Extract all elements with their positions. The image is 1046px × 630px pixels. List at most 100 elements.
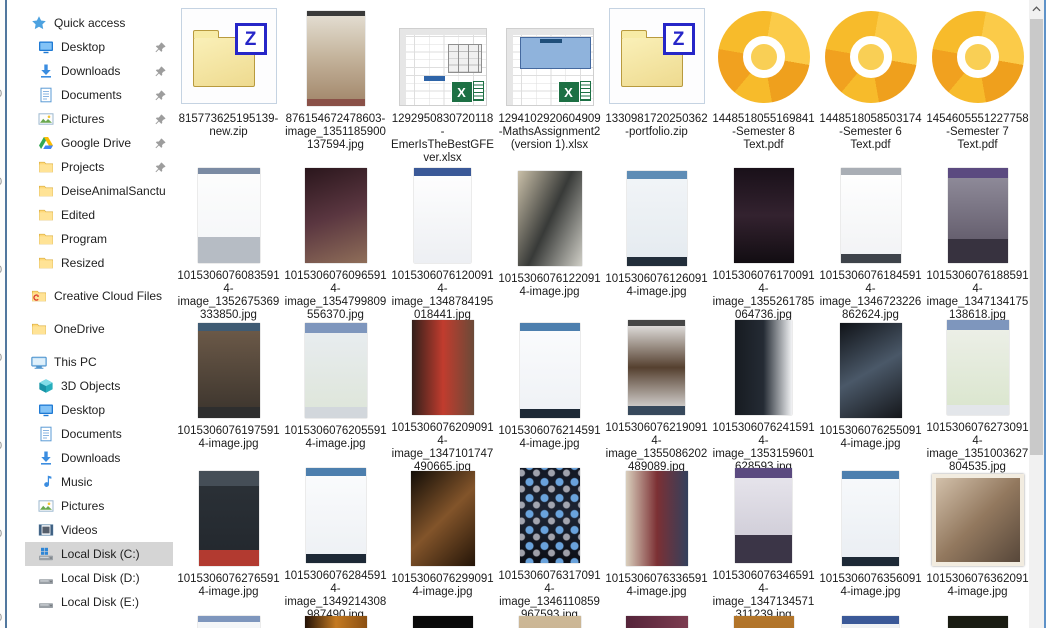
sidebar-item-pictures[interactable]: Pictures — [25, 107, 173, 131]
sidebar-item-3d-objects[interactable]: 3D Objects — [25, 374, 173, 398]
file-item[interactable] — [389, 616, 496, 628]
sidebar-item-label: Projects — [61, 160, 104, 174]
file-item[interactable] — [710, 616, 817, 628]
file-item[interactable] — [175, 616, 282, 628]
file-item[interactable]: 10153060761885914-image_1347134175138618… — [924, 168, 1029, 320]
photo-thumbnail — [198, 616, 260, 628]
photo-thumbnail — [305, 323, 367, 418]
folder-icon — [38, 183, 54, 199]
file-item[interactable] — [603, 616, 710, 628]
sidebar-item-desktop[interactable]: Desktop — [25, 398, 173, 422]
file-item[interactable]: 10153060762845914-image_1349214308987490… — [282, 468, 389, 616]
file-item[interactable]: 10153060761975914-image.jpg — [175, 320, 282, 468]
sidebar-item-local-disk-d[interactable]: Local Disk (D:) — [25, 566, 173, 590]
file-item[interactable]: 10153060760965914-image_1354799809556370… — [282, 168, 389, 320]
sidebar-item-documents[interactable]: Documents — [25, 422, 173, 446]
scrollbar-thumb[interactable] — [1030, 19, 1043, 455]
file-item[interactable]: 10153060761845914-image_1346723226862624… — [817, 168, 924, 320]
excel-selected-cell — [424, 76, 445, 81]
file-item[interactable]: 10153060761700914-image_1355261785064736… — [710, 168, 817, 320]
file-item[interactable]: X1294102920604909-MathsAssignment2 (vers… — [496, 8, 603, 168]
file-item[interactable]: 10153060762550914-image.jpg — [817, 320, 924, 468]
file-item[interactable]: Z1330981720250362-portfolio.zip — [603, 8, 710, 168]
scrollbar-up-button[interactable] — [1029, 0, 1044, 17]
file-item[interactable]: 1448518058503174-Semester 6 Text.pdf — [817, 8, 924, 168]
photo-thumbnail — [626, 471, 688, 566]
sidebar-item-projects[interactable]: Projects — [25, 155, 173, 179]
thumbnail-top-bar — [198, 168, 260, 174]
file-item[interactable]: 10153060762145914-image.jpg — [496, 320, 603, 468]
photo-thumbnail — [735, 468, 792, 563]
sidebar-item-documents[interactable]: Documents — [25, 83, 173, 107]
file-item[interactable]: 10153060762090914-image_1347101747490665… — [389, 320, 496, 468]
sidebar-item-this-pc[interactable]: This PC — [25, 350, 173, 374]
file-item[interactable]: 10153060763465914-image_1347134571311239… — [710, 468, 817, 616]
file-item[interactable]: 10153060762055914-image.jpg — [282, 320, 389, 468]
file-item[interactable]: 10153060760835914-image_1352675369333850… — [175, 168, 282, 320]
sidebar-item-onedrive[interactable]: OneDrive — [25, 317, 173, 341]
sidebar-item-music[interactable]: Music — [25, 470, 173, 494]
sidebar-item-google-drive[interactable]: Google Drive — [25, 131, 173, 155]
file-item[interactable]: 10153060763365914-image.jpg — [603, 468, 710, 616]
file-item[interactable]: 10153060763560914-image.jpg — [817, 468, 924, 616]
disk-icon — [38, 570, 54, 586]
file-icon-area — [825, 8, 917, 106]
sidebar-item-label: OneDrive — [54, 322, 105, 336]
sidebar-item-edited[interactable]: Edited — [25, 203, 173, 227]
thumbnail-top-bar — [842, 471, 899, 479]
file-item[interactable]: 10153060763170914-image_1346110859967593… — [496, 468, 603, 616]
chrome-canary-icon — [932, 11, 1024, 103]
file-item[interactable]: 10153060762190914-image_1355086202489089… — [603, 320, 710, 468]
sidebar-item-videos[interactable]: Videos — [25, 518, 173, 542]
file-item[interactable] — [496, 616, 603, 628]
file-icon-area — [718, 8, 810, 106]
file-item[interactable]: 10153060763620914-image.jpg — [924, 468, 1029, 616]
canary-center-ring — [957, 36, 999, 78]
file-item[interactable]: 1448518055169841-Semester 8 Text.pdf — [710, 8, 817, 168]
file-item[interactable]: Z815773625195139-new.zip — [175, 8, 282, 168]
sidebar-item-creative-cloud-files[interactable]: Creative Cloud Files — [25, 284, 173, 308]
file-item[interactable]: 10153060762990914-image.jpg — [389, 468, 496, 616]
thumbnail-bottom-bar — [735, 535, 792, 563]
zip-folder-icon: Z — [191, 23, 267, 89]
file-item[interactable]: 10153060761260914-image.jpg — [603, 168, 710, 320]
thumbnail-top-bar — [948, 168, 1008, 178]
file-item[interactable] — [817, 616, 924, 628]
sidebar-item-local-disk-c[interactable]: Local Disk (C:) — [25, 542, 173, 566]
sidebar-item-downloads[interactable]: Downloads — [25, 59, 173, 83]
file-icon-area — [520, 468, 580, 563]
file-item[interactable]: 10153060762730914-image_1351003627804535… — [924, 320, 1029, 468]
file-icon-area — [947, 320, 1009, 415]
file-item[interactable]: 10153060761200914-image_1348784195018441… — [389, 168, 496, 320]
sidebar-item-program[interactable]: Program — [25, 227, 173, 251]
file-item[interactable] — [282, 616, 389, 628]
file-item[interactable]: 10153060761220914-image.jpg — [496, 168, 603, 320]
file-item[interactable]: 1454605551227758-Semester 7 Text.pdf — [924, 8, 1029, 168]
file-name: 10153060762990914-image.jpg — [391, 573, 495, 599]
photo-thumbnail — [413, 616, 473, 628]
sidebar-item-deiseanimalsanctu[interactable]: DeiseAnimalSanctu — [25, 179, 173, 203]
file-icon-area — [198, 168, 260, 263]
file-name: 10153060762550914-image.jpg — [819, 425, 923, 451]
file-item[interactable]: 10153060762765914-image.jpg — [175, 468, 282, 616]
file-icon-area — [734, 616, 794, 628]
sidebar-item-local-disk-e[interactable]: Local Disk (E:) — [25, 590, 173, 614]
sidebar-item-quick-access[interactable]: Quick access — [25, 11, 173, 35]
thumbnail-top-bar — [198, 323, 260, 331]
file-item[interactable] — [924, 616, 1029, 628]
file-item[interactable]: 10153060762415914-image_1353159601628593… — [710, 320, 817, 468]
sidebar-item-desktop[interactable]: Desktop — [25, 35, 173, 59]
file-name: 10153060761845914-image_1346723226862624… — [819, 270, 923, 322]
sidebar-item-downloads[interactable]: Downloads — [25, 446, 173, 470]
thumbnail-top-bar — [947, 320, 1009, 330]
vertical-scrollbar[interactable] — [1029, 0, 1044, 628]
zip-z-badge: Z — [235, 23, 267, 55]
selection-frame: Z — [181, 8, 277, 104]
file-item[interactable]: X1292950830720118-EmerIsTheBestGFEver.xl… — [389, 8, 496, 168]
sidebar-item-pictures[interactable]: Pictures — [25, 494, 173, 518]
file-item[interactable]: 876154672478603-image_1351185900137594.j… — [282, 8, 389, 168]
file-icon-area — [411, 468, 475, 566]
photo-thumbnail — [198, 323, 260, 418]
sidebar-item-resized[interactable]: Resized — [25, 251, 173, 275]
clipped-text-fragment: 0 — [0, 528, 2, 540]
